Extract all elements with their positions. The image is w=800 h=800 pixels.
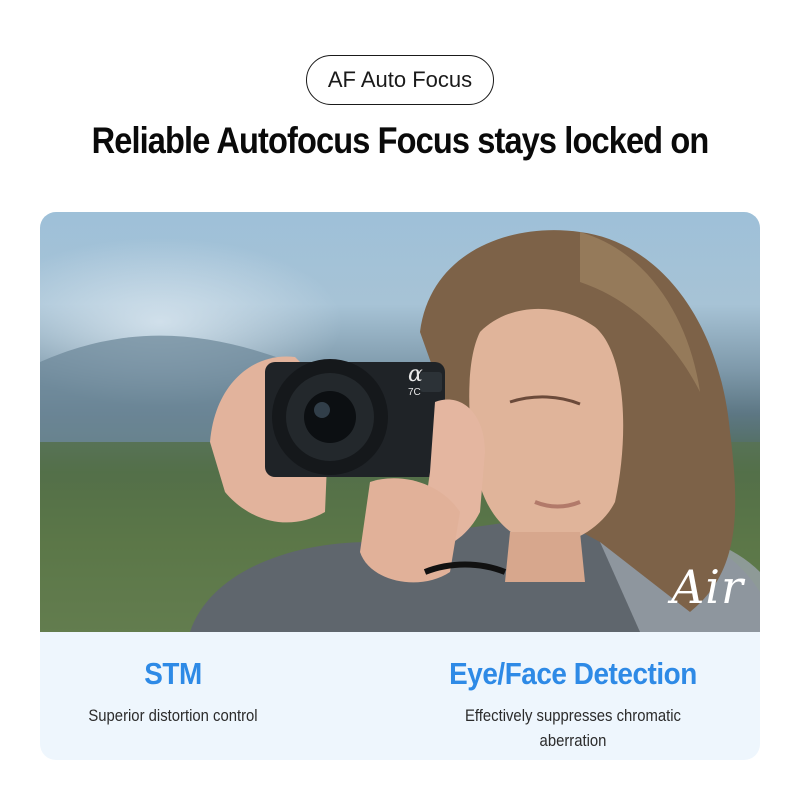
camera-model-mark: 7C [408, 387, 421, 398]
badge-label: AF Auto Focus [327, 67, 473, 92]
feature-stm: STM Superior distortion control [40, 656, 306, 729]
feature-description: Superior distortion control [88, 707, 258, 725]
camera-brand-mark: α [408, 362, 423, 387]
feature-title: STM [144, 656, 202, 691]
feature-title: Eye/Face Detection [449, 656, 697, 691]
product-feature-card: α 7C Air STM Superior distortion control… [40, 212, 760, 760]
page-headline: Reliable Autofocus Focus stays locked on [91, 120, 710, 161]
photo-illustration [40, 230, 760, 632]
af-auto-focus-badge: AF Auto Focus [306, 55, 494, 105]
feature-eye-face-detection: Eye/Face Detection Effectively suppresse… [400, 656, 746, 754]
air-watermark-logo: Air [671, 560, 744, 614]
feature-description: Effectively suppresses chromatic aberrat… [465, 707, 681, 750]
hero-photo-woman-with-camera: α 7C Air [40, 212, 760, 632]
feature-list: STM Superior distortion control Eye/Face… [40, 632, 760, 760]
